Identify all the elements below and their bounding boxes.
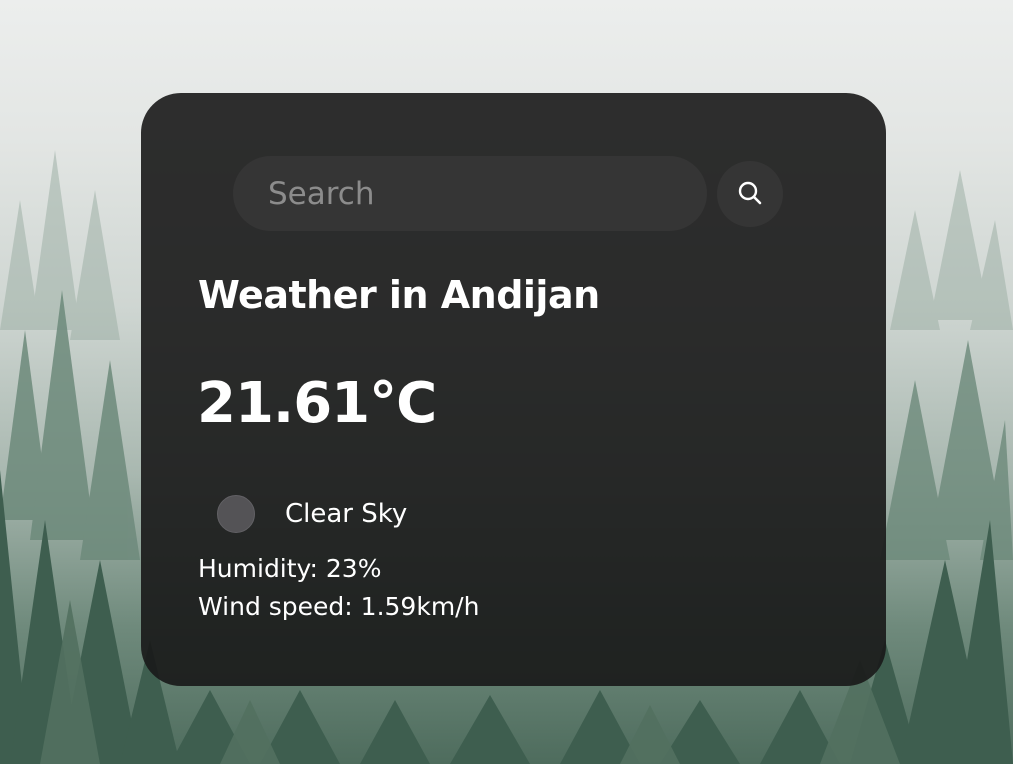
weather-condition-icon (217, 495, 255, 533)
weather-description-text: Clear Sky (285, 499, 408, 529)
wind-speed-text: Wind speed: 1.59km/h (198, 592, 480, 621)
weather-card: Weather in Andijan 21.61°C Clear Sky Hum… (141, 93, 886, 686)
search-button[interactable] (717, 161, 783, 227)
search-input[interactable] (233, 156, 707, 231)
weather-description: Clear Sky (217, 494, 407, 534)
search-icon (737, 180, 763, 209)
temperature-value: 21.61°C (197, 371, 437, 436)
humidity-text: Humidity: 23% (198, 554, 382, 583)
city-title: Weather in Andijan (198, 273, 600, 317)
